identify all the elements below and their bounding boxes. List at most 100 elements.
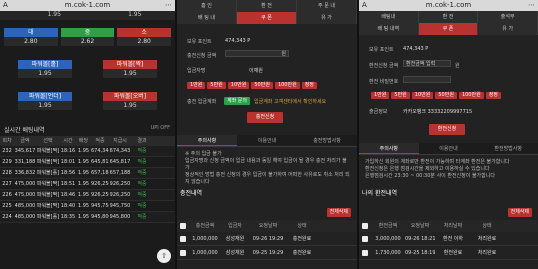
account-inquiry-button[interactable]: 계좌 문의	[224, 97, 250, 105]
chip-50k[interactable]: 5만원	[207, 82, 226, 89]
cell: 09-25 19:29	[252, 250, 284, 256]
cell: 18:40	[60, 203, 76, 209]
withdraw-submit-button[interactable]: 환전신청	[429, 124, 465, 135]
caution-text: 가입하신 회원의 계좌로만 환전이 가능하며 타계좌 환전은 불가합니다 환전신…	[365, 159, 530, 180]
tab-bet-history[interactable]: 배 팅 내역	[359, 23, 419, 35]
cell: 파워볼[홀]	[36, 214, 60, 220]
status-cell: 처리완료	[477, 250, 497, 256]
cell: 1.95	[77, 192, 90, 198]
withdraw-password-input[interactable]	[403, 76, 451, 83]
address-bar[interactable]: A m.cok-1.com ⋯	[0, 0, 175, 11]
table-row: 226475,000파워볼[짝]18:461.95926,250926,250적…	[0, 190, 175, 201]
chip-10k[interactable]: 1만원	[187, 82, 206, 89]
more-icon[interactable]: ⋯	[165, 0, 172, 11]
cell: 645,817	[91, 159, 109, 165]
bet-small-button[interactable]: 소 2.80	[117, 28, 172, 46]
tab-attendance[interactable]: 출석부	[478, 11, 538, 23]
col-header: 충전금액	[195, 223, 215, 229]
tab-bet[interactable]: 배팅내	[359, 11, 419, 23]
table-row: 1,000,000 삼성재원 09-26 19:29 충전완료	[177, 232, 357, 246]
chip-500k[interactable]: 50만원	[251, 82, 273, 89]
select-all-checkbox[interactable]	[362, 223, 368, 229]
bet-medium-button[interactable]: 중 2.62	[60, 28, 115, 46]
tab-guide[interactable]: 이용안내	[419, 143, 479, 154]
cell: 삼성재원	[225, 250, 245, 256]
bet-under-button[interactable]: 파워볼[언더] 1.95	[18, 92, 72, 110]
tab-method[interactable]: 충전방법사항	[297, 135, 357, 146]
caution-line: 정상적인 방법 충전 신청의 경우 입금이 불가하여 어떠한 사유로도 취소 처…	[185, 172, 350, 185]
url-text: m.cok-1.com	[425, 1, 472, 9]
cell: 485,000	[14, 203, 36, 209]
tab-coupon[interactable]: 쿠 폰	[237, 12, 297, 24]
bet-label: 파워볼[오버]	[103, 92, 157, 101]
col-header: 요청날짜	[410, 223, 430, 229]
cell: 파워볼[홀]	[36, 170, 60, 176]
chip-50k[interactable]: 5만원	[391, 92, 410, 99]
withdraw-amount-input[interactable]: 환전금액 입력	[403, 60, 451, 67]
caution-line: 입금자명과 신청 금액이 입금 내용과 동일 해야 입금이 될 경우 충전 처리…	[185, 158, 347, 171]
under-over-bet-row: 파워볼[언더] 1.95 파워볼[오버] 1.95	[4, 92, 171, 110]
table-row: 1,000,000 삼성재원 09-25 19:29 충전완료	[177, 246, 357, 260]
reader-icon[interactable]: A	[362, 0, 367, 11]
chip-100k[interactable]: 10만원	[227, 82, 250, 89]
cell: 1.95	[77, 170, 90, 176]
result-cell: 적중	[137, 203, 147, 209]
bet-even-button[interactable]: 파워볼[짝] 1.95	[103, 60, 157, 78]
row-checkbox[interactable]	[362, 250, 368, 256]
scroll-top-button[interactable]: ⇧	[157, 249, 171, 263]
cell: 18:16	[60, 148, 76, 154]
tab-home[interactable]: 홈 인	[177, 0, 237, 12]
row-checkbox[interactable]	[362, 236, 368, 242]
size-bet-row: 대 2.80 중 2.62 소 2.80	[4, 28, 172, 46]
bet-odd-button[interactable]: 파워볼[홀] 1.95	[18, 60, 72, 78]
cell: 18:46	[60, 192, 76, 198]
cell: 18:01	[60, 159, 76, 165]
bet-odd: 1.95	[18, 69, 72, 78]
chip-1m[interactable]: 100만원	[458, 92, 484, 99]
tab-misc[interactable]: 유 가	[297, 12, 357, 24]
tab-orders[interactable]: 주 문 내	[297, 0, 357, 12]
chip-10k[interactable]: 1만원	[371, 92, 390, 99]
withdraw-panel: A m.cok-1.com ⋯ 배팅내 환 전 출석부 배 팅 내역 쿠 폰 유…	[359, 0, 538, 269]
chip-500k[interactable]: 50만원	[435, 92, 457, 99]
more-icon[interactable]: ⋯	[528, 0, 535, 11]
col-header: 배당	[78, 138, 89, 144]
chip-reset[interactable]: 정정	[485, 92, 501, 99]
tab-caution[interactable]: 주의사항	[177, 135, 237, 146]
cell: 파워볼[짝]	[36, 192, 60, 198]
delete-all-button[interactable]: 전체삭제	[507, 208, 532, 217]
row-checkbox[interactable]	[180, 250, 186, 256]
address-bar[interactable]: A m.cok-1.com ⋯	[359, 0, 538, 11]
deposit-amount-label: 충전신청 금액	[187, 53, 217, 59]
tab-caution[interactable]: 주의사항	[359, 143, 419, 154]
deposit-submit-button[interactable]: 충전신청	[247, 112, 283, 123]
sub-tabs: 배 팅 내 쿠 폰 유 가	[177, 12, 357, 24]
col-header: 상태	[297, 223, 307, 229]
cell: 1.95	[77, 181, 90, 187]
cell: 475,000	[14, 192, 36, 198]
tab-misc[interactable]: 유 가	[478, 23, 538, 35]
select-all-checkbox[interactable]	[180, 223, 186, 229]
reader-icon[interactable]: A	[3, 0, 8, 11]
chip-100k[interactable]: 10만원	[411, 92, 434, 99]
tab-bet-history[interactable]: 배 팅 내	[177, 12, 237, 24]
tab-exchange[interactable]: 환 전	[419, 11, 479, 23]
delete-all-button[interactable]: 전체삭제	[326, 208, 351, 217]
cell: 485,000	[14, 214, 36, 220]
tab-coupon[interactable]: 쿠 폰	[418, 23, 479, 35]
row-checkbox[interactable]	[180, 236, 186, 242]
chip-reset[interactable]: 정정	[301, 82, 317, 89]
chip-1m[interactable]: 100만원	[274, 82, 300, 89]
bet-odd: 2.62	[60, 37, 115, 46]
withdraw-password-label: 환전 비밀번호	[369, 79, 399, 85]
toggle-label[interactable]: UPI OFF	[151, 125, 170, 131]
tab-method[interactable]: 환전방법사항	[478, 143, 538, 154]
withdraw-history-table: 환전금액 요청날짜 처리날짜 상태 3,000,000 09-26 18:21 …	[359, 220, 538, 260]
bet-big-button[interactable]: 대 2.80	[4, 28, 58, 46]
deposit-amount-input[interactable]: 원	[225, 50, 289, 57]
bet-label: 파워볼[홀]	[18, 60, 72, 69]
bet-over-button[interactable]: 파워볼[오버] 1.95	[103, 92, 157, 110]
tab-guide[interactable]: 이용안내	[237, 135, 297, 146]
tab-exchange[interactable]: 환 전	[237, 0, 297, 12]
odd-value: 1.95	[128, 11, 142, 18]
